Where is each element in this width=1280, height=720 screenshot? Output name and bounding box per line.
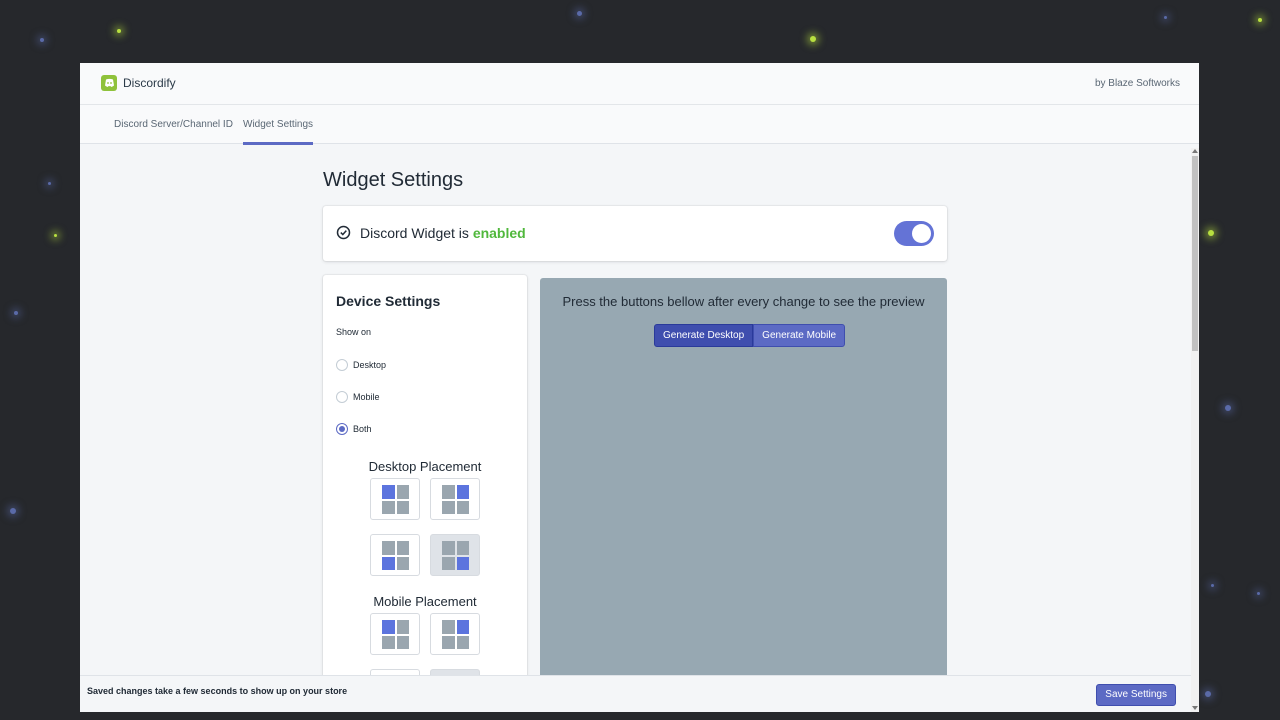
background-glow-dot — [577, 11, 582, 16]
footer-bar: Saved changes take a few seconds to show… — [80, 675, 1191, 712]
desktop-placement-top-right-button[interactable] — [430, 478, 480, 520]
radio-both[interactable]: Both — [336, 423, 372, 435]
generate-mobile-button[interactable]: Generate Mobile — [753, 324, 846, 347]
background-glow-dot — [10, 508, 16, 514]
placement-bottom-left-icon — [382, 541, 409, 570]
placement-top-left-icon — [382, 620, 409, 649]
placement-top-right-icon — [442, 485, 469, 514]
background-glow-dot — [1211, 584, 1214, 587]
tab-widget-settings[interactable]: Widget Settings — [243, 105, 314, 145]
desktop-placement-top-left-button[interactable] — [370, 478, 420, 520]
background-glow-dot — [54, 234, 57, 237]
tab-discord-server-channel-id[interactable]: Discord Server/Channel ID — [114, 105, 233, 144]
desktop-placement-title: Desktop Placement — [368, 459, 482, 474]
background-glow-dot — [48, 182, 51, 185]
radio-mobile-label: Mobile — [353, 392, 380, 402]
background-glow-dot — [1205, 691, 1211, 697]
background-glow-dot — [1258, 18, 1262, 22]
radio-desktop-circle[interactable] — [336, 359, 348, 371]
preview-panel: Press the buttons bellow after every cha… — [540, 278, 947, 712]
generate-desktop-button[interactable]: Generate Desktop — [654, 324, 754, 347]
radio-both-circle[interactable] — [336, 423, 348, 435]
widget-status-value: enabled — [472, 225, 526, 241]
mobile-placement-top-left-button[interactable] — [370, 613, 420, 655]
widget-status-text: Discord Widget is enabled — [360, 225, 526, 241]
mobile-placement-title: Mobile Placement — [373, 594, 477, 609]
byline[interactable]: by Blaze Softworks — [1095, 78, 1180, 89]
placement-top-left-icon — [382, 485, 409, 514]
background-glow-dot — [810, 36, 816, 42]
discord-logo-icon — [101, 75, 117, 91]
preview-hint: Press the buttons bellow after every cha… — [562, 294, 925, 309]
background-glow-dot — [1164, 16, 1167, 19]
background-glow-dot — [1257, 592, 1260, 595]
brand: Discordify — [101, 75, 176, 91]
radio-mobile-circle[interactable] — [336, 391, 348, 403]
background-glow-dot — [1208, 230, 1214, 236]
widget-enabled-toggle[interactable] — [894, 221, 934, 246]
vertical-scrollbar[interactable] — [1191, 148, 1199, 712]
placement-top-right-icon — [442, 620, 469, 649]
app-window: Discordify by Blaze Softworks Discord Se… — [80, 63, 1199, 712]
radio-desktop-label: Desktop — [353, 360, 387, 370]
radio-both-label: Both — [353, 424, 372, 434]
radio-desktop[interactable]: Desktop — [336, 359, 386, 371]
app-name: Discordify — [123, 76, 176, 90]
background-glow-dot — [1225, 405, 1231, 411]
desktop-placement-bottom-right-button[interactable] — [430, 534, 480, 576]
mobile-placement-top-right-button[interactable] — [430, 613, 480, 655]
placement-bottom-right-icon — [442, 541, 469, 570]
check-circle-icon — [336, 225, 351, 245]
widget-status-prefix: Discord Widget is — [360, 225, 469, 241]
device-settings-title: Device Settings — [336, 293, 441, 309]
toggle-knob — [912, 224, 931, 243]
widget-status-card: Discord Widget is enabled — [323, 206, 947, 261]
tab-bar: Discord Server/Channel ID Widget Setting… — [80, 105, 1199, 145]
scroll-down-arrow-icon[interactable] — [1192, 706, 1198, 710]
show-on-label: Show on — [336, 327, 372, 337]
background-glow-dot — [14, 311, 18, 315]
save-settings-button[interactable]: Save Settings — [1096, 684, 1176, 706]
background-glow-dot — [40, 38, 44, 42]
device-settings-card: Device Settings Show on Desktop Mobile B… — [323, 275, 527, 712]
top-bar: Discordify by Blaze Softworks — [80, 63, 1199, 105]
radio-mobile[interactable]: Mobile — [336, 391, 380, 403]
page-title: Widget Settings — [323, 169, 464, 191]
scrollbar-thumb[interactable] — [1192, 156, 1198, 351]
generate-button-group: Generate Desktop Generate Mobile — [654, 324, 846, 347]
desktop-placement-bottom-left-button[interactable] — [370, 534, 420, 576]
footer-note: Saved changes take a few seconds to show… — [87, 686, 348, 696]
background-glow-dot — [117, 29, 121, 33]
scroll-up-arrow-icon[interactable] — [1192, 149, 1198, 153]
